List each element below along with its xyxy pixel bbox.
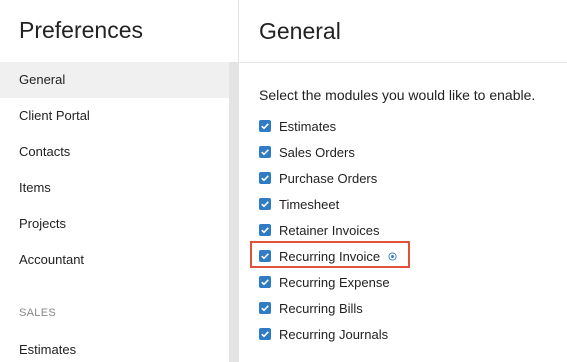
- check-icon: [261, 175, 269, 182]
- checkbox-sales-orders[interactable]: [259, 146, 271, 158]
- checkbox-recurring-expense[interactable]: [259, 276, 271, 288]
- module-purchase-orders[interactable]: Purchase Orders: [259, 170, 377, 186]
- module-recurring-journals[interactable]: Recurring Journals: [259, 326, 388, 342]
- module-recurring-invoice[interactable]: Recurring Invoice: [259, 248, 397, 264]
- sidebar-scrollbar-thumb[interactable]: [229, 62, 238, 362]
- module-retainer-invoices[interactable]: Retainer Invoices: [259, 222, 379, 238]
- module-label: Recurring Expense: [279, 274, 390, 290]
- check-icon: [261, 279, 269, 286]
- sidebar-item-client-portal[interactable]: Client Portal: [19, 108, 90, 123]
- module-label: Retainer Invoices: [279, 222, 380, 238]
- module-label: Recurring Bills: [279, 300, 363, 316]
- module-label: Recurring Invoice: [279, 248, 381, 264]
- checkbox-recurring-journals[interactable]: [259, 328, 271, 340]
- sidebar-title: Preferences: [19, 17, 144, 43]
- module-sales-orders[interactable]: Sales Orders: [259, 144, 355, 160]
- checkbox-recurring-bills[interactable]: [259, 302, 271, 314]
- sidebar-item-general[interactable]: General: [19, 72, 65, 87]
- module-label: Purchase Orders: [279, 170, 378, 186]
- check-icon: [261, 227, 269, 234]
- module-label: Recurring Journals: [279, 326, 389, 342]
- panel-divider: [238, 0, 239, 362]
- module-timesheet[interactable]: Timesheet: [259, 196, 339, 212]
- sidebar-item-projects[interactable]: Projects: [19, 216, 66, 231]
- module-estimates[interactable]: Estimates: [259, 118, 336, 134]
- sidebar-section-sales: SALES: [19, 307, 56, 319]
- checkbox-timesheet[interactable]: [259, 198, 271, 210]
- header-divider: [239, 62, 567, 63]
- sidebar-item-estimates[interactable]: Estimates: [19, 342, 76, 357]
- check-icon: [261, 305, 269, 312]
- sidebar-item-items[interactable]: Items: [19, 180, 51, 195]
- module-recurring-expense[interactable]: Recurring Expense: [259, 274, 390, 290]
- module-recurring-bills[interactable]: Recurring Bills: [259, 300, 363, 316]
- check-icon: [261, 253, 269, 260]
- sidebar-item-contacts[interactable]: Contacts: [19, 144, 70, 159]
- module-label: Timesheet: [279, 196, 340, 212]
- check-icon: [261, 123, 269, 130]
- page-title: General: [259, 18, 341, 44]
- modules-instruction: Select the modules you would like to ena…: [259, 87, 536, 103]
- checkbox-retainer-invoices[interactable]: [259, 224, 271, 236]
- check-icon: [261, 331, 269, 338]
- checkbox-purchase-orders[interactable]: [259, 172, 271, 184]
- module-label: Sales Orders: [279, 144, 355, 160]
- checkbox-estimates[interactable]: [259, 120, 271, 132]
- sidebar-item-accountant[interactable]: Accountant: [19, 252, 84, 267]
- check-icon: [261, 149, 269, 156]
- settings-dot-icon[interactable]: [388, 251, 397, 261]
- sidebar: Preferences General Client Portal Contac…: [0, 0, 238, 362]
- check-icon: [261, 201, 269, 208]
- module-label: Estimates: [279, 118, 337, 134]
- checkbox-recurring-invoice[interactable]: [259, 250, 271, 262]
